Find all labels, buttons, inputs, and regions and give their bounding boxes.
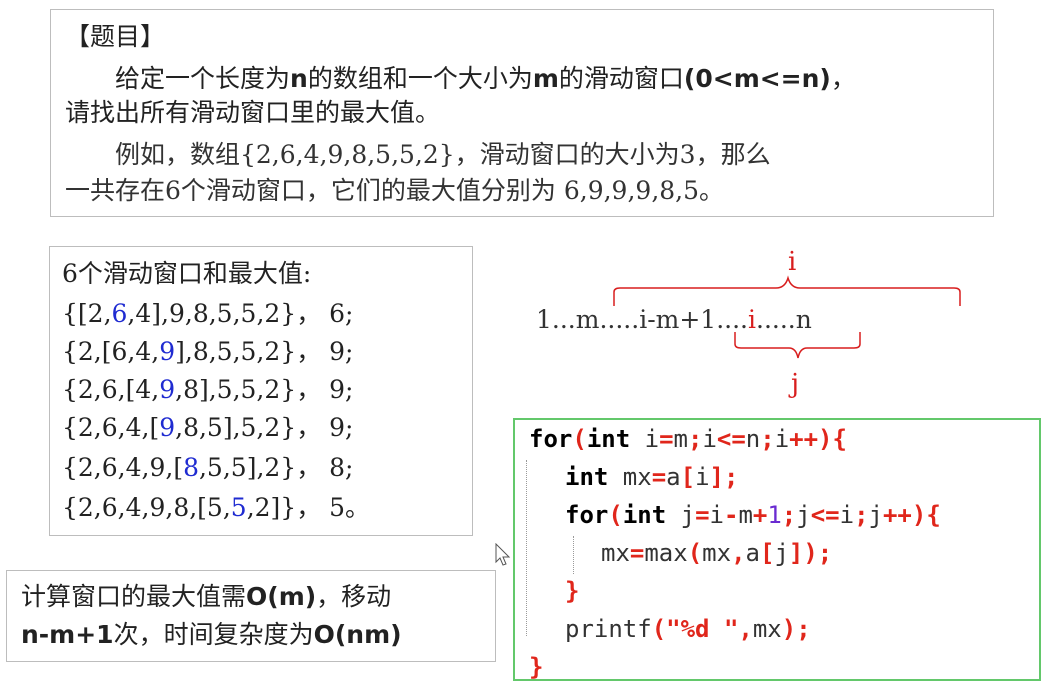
outer-brace bbox=[613, 275, 961, 306]
window-row: {2,[6,4,9],8,5,5,2}， 9; bbox=[62, 337, 354, 366]
problem-line-4: 一共存在6个滑动窗口，它们的最大值分别为 6,9,9,9,8,5。 bbox=[65, 176, 725, 205]
window-row: {2,6,4,9,8,[5,5,2]}， 5。 bbox=[62, 493, 371, 522]
problem-line-1: 给定一个长度为n的数组和一个大小为m的滑动窗口(0<m<=n)， bbox=[115, 62, 856, 96]
windows-box: 6个滑动窗口和最大值: {[2,6,4],9,8,5,5,2}， 6; {2,[… bbox=[49, 246, 473, 536]
code-line-1: for(int i=m;i<=n;i++){ bbox=[529, 425, 847, 453]
complexity-line-1: 计算窗口的最大值需O(m)，移动 bbox=[21, 582, 392, 611]
problem-line-3: 例如，数组{2,6,4,9,8,5,5,2}，滑动窗口的大小为3，那么 bbox=[115, 140, 771, 169]
code-line-6: printf("%d ",mx); bbox=[565, 615, 811, 643]
indent-guide bbox=[526, 460, 527, 636]
index-sequence: 1...m.....i-m+1....i.....n bbox=[536, 305, 812, 334]
problem-line-2: 请找出所有滑动窗口里的最大值。 bbox=[65, 98, 441, 127]
problem-text-1d: ， bbox=[830, 64, 856, 93]
mouse-cursor-icon bbox=[495, 543, 511, 566]
diagram-top-label: i bbox=[788, 247, 796, 277]
problem-box: 【题目】 给定一个长度为n的数组和一个大小为m的滑动窗口(0<m<=n)， 请找… bbox=[50, 9, 994, 217]
problem-text-1c: 的滑动窗口 bbox=[558, 64, 684, 93]
code-line-3: for(int j=i-m+1;j<=i;j++){ bbox=[565, 501, 941, 529]
window-row: {[2,6,4],9,8,5,5,2}， 6; bbox=[62, 299, 354, 328]
windows-title: 6个滑动窗口和最大值: bbox=[62, 259, 312, 288]
problem-heading: 【题目】 bbox=[65, 22, 166, 51]
inner-brace bbox=[734, 332, 861, 359]
window-row: {2,6,4,[9,8,5],5,2}， 9; bbox=[62, 413, 354, 442]
problem-text-1a: 给定一个长度为 bbox=[115, 64, 291, 93]
index-diagram: i 1...m.....i-m+1....i.....n j bbox=[536, 247, 961, 399]
complexity-box: 计算窗口的最大值需O(m)，移动 n-m+1次，时间复杂度为O(nm) bbox=[6, 570, 496, 662]
problem-var-m: m bbox=[532, 64, 559, 93]
indent-guide bbox=[573, 536, 574, 574]
code-line-5: } bbox=[565, 577, 580, 605]
code-line-4: mx=max(mx,a[j]); bbox=[601, 539, 833, 567]
window-row: {2,6,[4,9,8],5,5,2}， 9; bbox=[62, 375, 354, 404]
problem-text-1b: 的数组和一个大小为 bbox=[307, 64, 533, 93]
window-row: {2,6,4,9,[8,5,5],2}， 8; bbox=[62, 453, 354, 482]
diagram-bottom-label: j bbox=[788, 369, 799, 399]
problem-var-n: n bbox=[290, 64, 308, 93]
code-box: for(int i=m;i<=n;i++){ int mx=a[i]; for(… bbox=[513, 418, 1041, 681]
code-line-7: } bbox=[529, 653, 544, 681]
code-line-2: int mx=a[i]; bbox=[565, 463, 739, 491]
problem-condition: (0<m<=n) bbox=[683, 64, 831, 93]
complexity-line-2: n-m+1次，时间复杂度为O(nm) bbox=[21, 620, 402, 649]
